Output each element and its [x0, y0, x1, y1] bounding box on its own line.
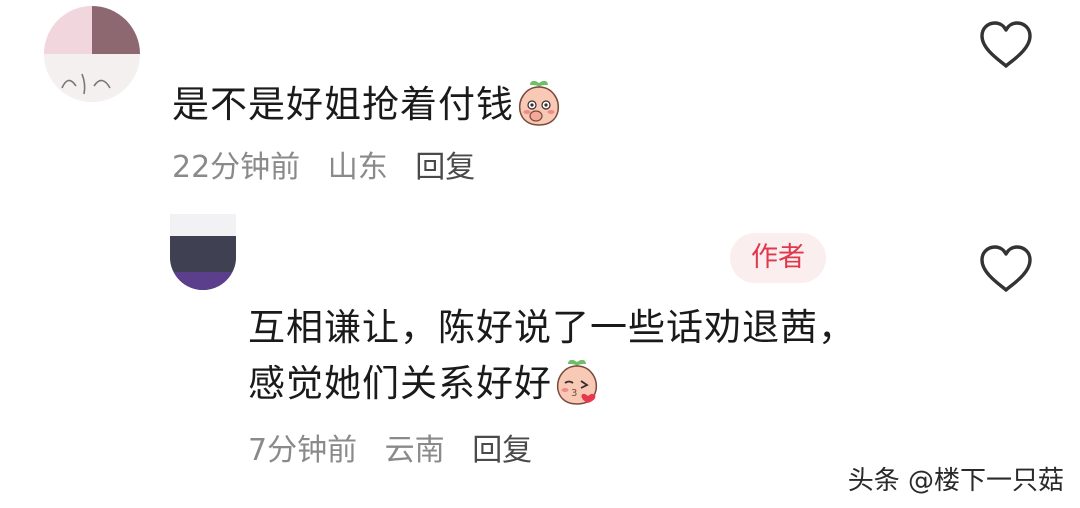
author-badge: 作者: [730, 233, 826, 283]
comment-body-line: 互相谦让，陈好说了一些话劝退茜，: [248, 306, 856, 349]
comment-time: 22分钟前: [172, 150, 301, 185]
reply-button[interactable]: 回复: [415, 150, 475, 185]
comment-thread: 是不是好姐抢着付钱 22分钟前 山东 回复 作者 互相谦让，陈好说了一些话劝退茜…: [0, 0, 1080, 508]
avatar-pixel-block: [92, 6, 140, 54]
comment-location: 山东: [327, 150, 388, 185]
avatar[interactable]: [170, 214, 236, 290]
comment-body-line-wrap: 感觉她们关系好好 3: [248, 356, 856, 412]
avatar-pixel-block: [44, 6, 92, 54]
watermark: 头条 @楼下一只菇: [847, 466, 1064, 496]
avatar[interactable]: [44, 6, 140, 102]
comment-meta: 7分钟前 云南 回复: [248, 425, 550, 469]
comment-text: 是不是好姐抢着付钱: [172, 74, 562, 131]
comment-text: 互相谦让，陈好说了一些话劝退茜， 感觉她们关系好好 3: [248, 300, 856, 412]
comment-body-line: 感觉她们关系好好: [248, 362, 552, 405]
avatar-pixel-block: [170, 272, 236, 290]
peach-shy-emoji-icon: [518, 80, 560, 126]
comment-body: 是不是好姐抢着付钱: [172, 83, 514, 126]
avatar-pixel-block: [170, 236, 236, 272]
avatar-pixel-block: [170, 214, 236, 236]
comment-meta: 22分钟前 山东 回复: [172, 142, 493, 186]
comment-time: 7分钟前: [248, 433, 358, 468]
avatar-sketch-lines: [61, 73, 111, 95]
svg-text:3: 3: [571, 388, 578, 399]
peach-kiss-emoji-icon: 3: [556, 359, 598, 405]
heart-outline-icon[interactable]: [978, 20, 1034, 70]
heart-outline-icon[interactable]: [978, 244, 1034, 294]
comment-location: 云南: [384, 433, 445, 468]
reply-button[interactable]: 回复: [472, 433, 532, 468]
